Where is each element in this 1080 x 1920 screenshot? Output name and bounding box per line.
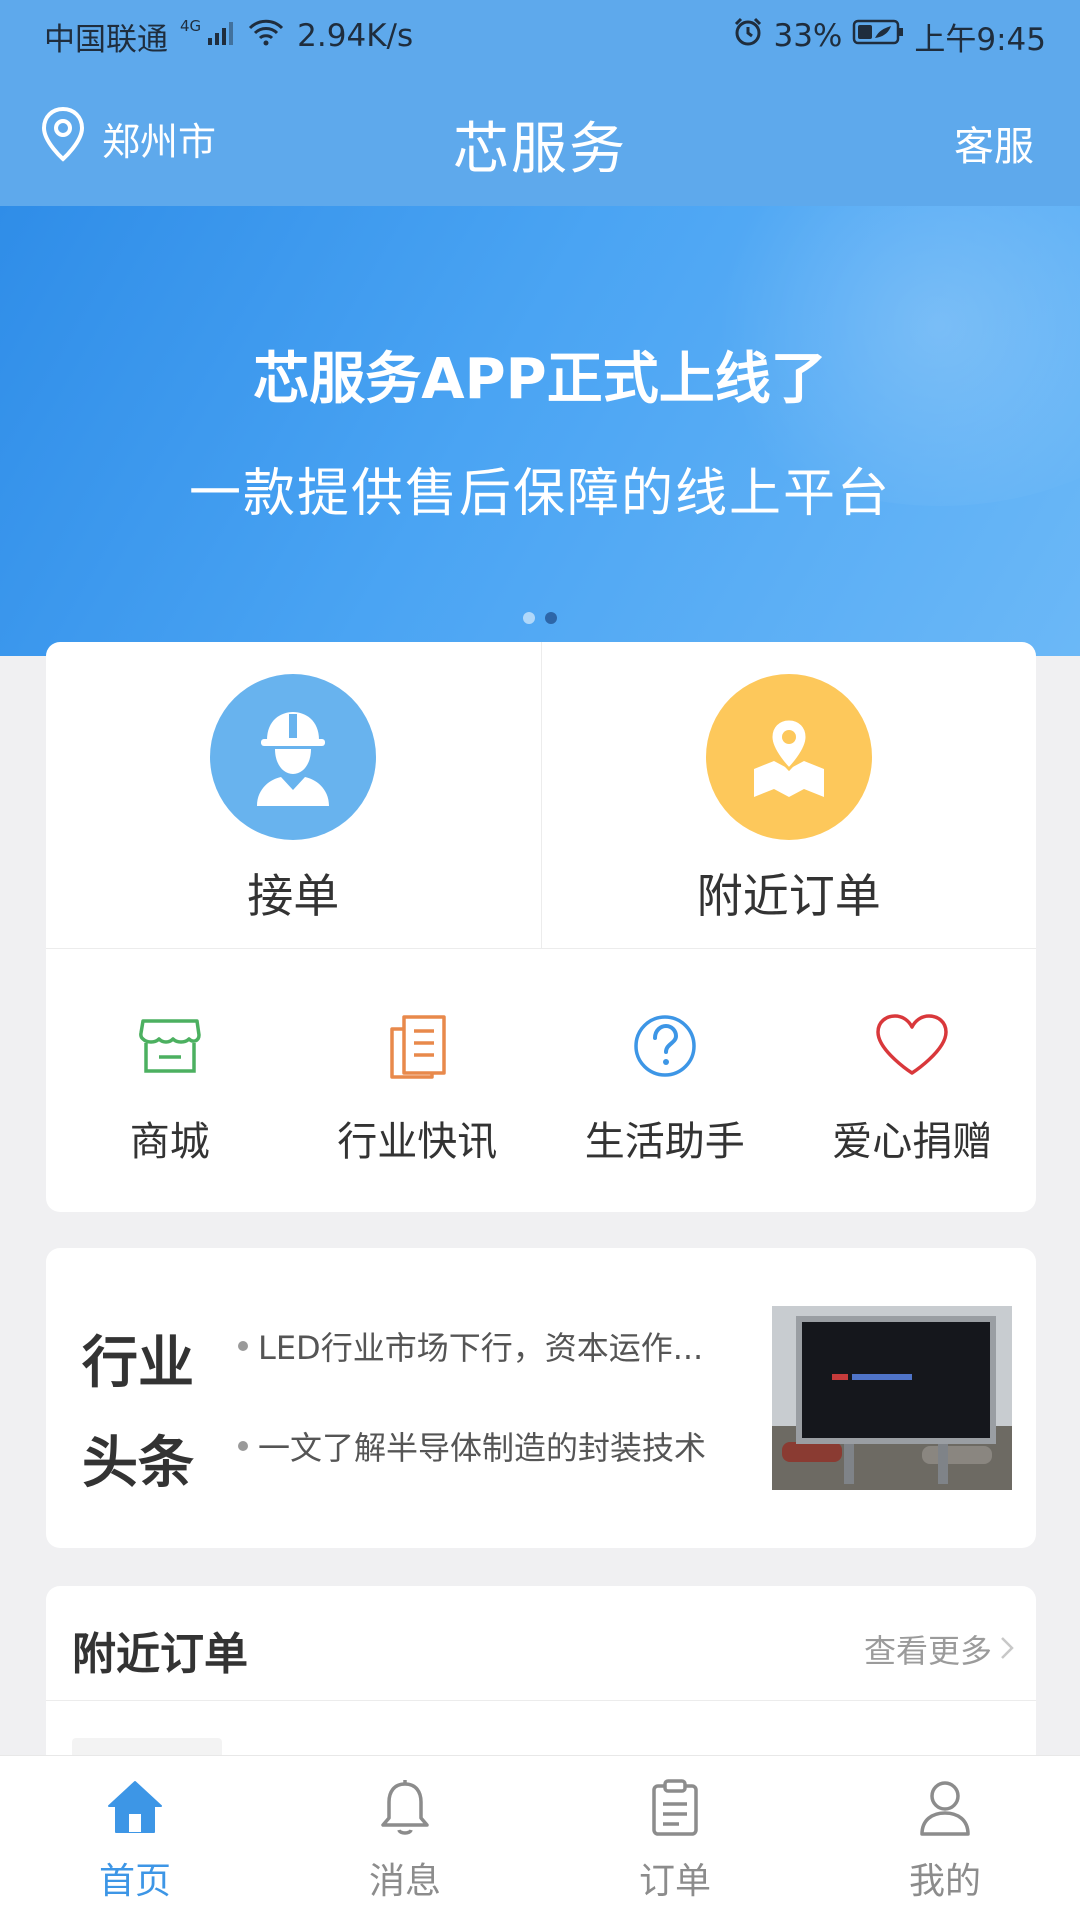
secondary-actions: 商城 行业快讯 生活助手 爱心捐赠 <box>46 949 1036 1212</box>
headlines-list: LED行业市场下行，资本运作... 一文了解半导体制造的封装技术 <box>238 1328 798 1528</box>
donation-label: 爱心捐赠 <box>832 1119 993 1165</box>
store-button[interactable]: 商城 <box>46 949 294 1212</box>
headlines-badge-line2: 头条 <box>82 1431 194 1496</box>
banner-title: 芯服务APP正式上线了 <box>253 347 827 412</box>
status-left: 中国联通 4G 2.94K/s <box>44 14 413 58</box>
page-title: 芯服务 <box>453 117 627 182</box>
nav-home[interactable]: 首页 <box>0 1756 270 1920</box>
clipboard-icon <box>540 1778 810 1842</box>
bottom-nav: 首页 消息 订单 我的 <box>0 1755 1080 1920</box>
user-icon <box>810 1778 1080 1842</box>
nav-messages-label: 消息 <box>368 1861 441 1902</box>
nav-profile[interactable]: 我的 <box>810 1756 1080 1920</box>
divider <box>46 1700 1036 1701</box>
headline-text: LED行业市场下行，资本运作... <box>258 1329 704 1364</box>
app-screen: 中国联通 4G 2.94K/s 33% 上午9:45 郑州市 芯服务 客服 芯服… <box>0 0 1080 1920</box>
wifi-icon <box>247 17 285 55</box>
map-pin-icon <box>705 674 872 840</box>
primary-actions: 接单 附近订单 <box>46 642 1036 949</box>
store-label: 商城 <box>129 1119 210 1165</box>
nav-orders-label: 订单 <box>638 1861 711 1902</box>
banner-subtitle: 一款提供售后保障的线上平台 <box>188 464 891 524</box>
worker-icon <box>210 674 376 840</box>
nav-messages[interactable]: 消息 <box>270 1756 540 1920</box>
bullet-icon <box>238 1341 248 1351</box>
accept-order-label: 接单 <box>247 869 340 923</box>
banner-dot-2[interactable] <box>545 612 557 624</box>
carrier-label: 中国联通 <box>44 21 168 58</box>
status-right: 33% 上午9:45 <box>733 14 1046 58</box>
headlines-badge-line1: 行业 <box>82 1331 194 1396</box>
store-icon <box>46 1013 294 1083</box>
network-speed-label: 2.94K/s <box>297 18 414 54</box>
headline-item-2[interactable]: 一文了解半导体制造的封装技术 <box>238 1428 798 1464</box>
banner-dot-1[interactable] <box>523 612 535 624</box>
nav-home-label: 首页 <box>98 1861 171 1902</box>
home-icon <box>0 1778 270 1842</box>
alarm-icon <box>733 17 763 55</box>
nav-orders[interactable]: 订单 <box>540 1756 810 1920</box>
chevron-right-icon <box>1000 1630 1014 1668</box>
top-bar: 中国联通 4G 2.94K/s 33% 上午9:45 郑州市 芯服务 客服 <box>0 0 1080 206</box>
help-icon <box>541 1013 789 1083</box>
headline-item-1[interactable]: LED行业市场下行，资本运作... <box>238 1328 798 1364</box>
nearby-orders-label: 附近订单 <box>696 869 881 923</box>
headlines-card: 行业 头条 LED行业市场下行，资本运作... 一文了解半导体制造的封装技术 <box>46 1248 1036 1548</box>
nearby-orders-button[interactable]: 附近订单 <box>540 642 1037 948</box>
network-type-label: 4G <box>180 17 202 35</box>
promo-banner[interactable]: 芯服务APP正式上线了 一款提供售后保障的线上平台 <box>0 206 1080 656</box>
signal-icon <box>207 18 235 54</box>
nearby-orders-title: 附近订单 <box>72 1629 248 1680</box>
accept-order-button[interactable]: 接单 <box>46 642 541 948</box>
headline-text: 一文了解半导体制造的封装技术 <box>258 1429 707 1464</box>
life-helper-label: 生活助手 <box>584 1119 745 1165</box>
nav-profile-label: 我的 <box>908 1861 981 1902</box>
customer-service-button[interactable]: 客服 <box>954 114 1034 172</box>
view-more-label: 查看更多 <box>863 1632 992 1670</box>
headlines-badge: 行业 头条 <box>82 1314 202 1514</box>
donation-button[interactable]: 爱心捐赠 <box>789 949 1037 1212</box>
news-icon <box>294 1013 542 1083</box>
app-header: 郑州市 芯服务 客服 <box>0 72 1080 206</box>
heart-icon <box>789 1013 1037 1083</box>
bullet-icon <box>238 1441 248 1451</box>
status-bar: 中国联通 4G 2.94K/s 33% 上午9:45 <box>0 0 1080 72</box>
banner-pagination <box>0 612 1080 624</box>
function-card: 接单 附近订单 商城 行业快讯 生活助手 爱心捐赠 <box>46 642 1036 1212</box>
view-more-link[interactable]: 查看更多 <box>864 1626 1014 1672</box>
industry-news-button[interactable]: 行业快讯 <box>294 949 542 1212</box>
life-helper-button[interactable]: 生活助手 <box>541 949 789 1212</box>
bell-icon <box>270 1778 540 1842</box>
headline-thumbnail[interactable] <box>772 1306 1012 1490</box>
clock-label: 上午9:45 <box>914 21 1046 58</box>
battery-icon <box>852 18 904 54</box>
battery-level-label: 33% <box>773 18 843 54</box>
industry-news-label: 行业快讯 <box>337 1119 498 1165</box>
